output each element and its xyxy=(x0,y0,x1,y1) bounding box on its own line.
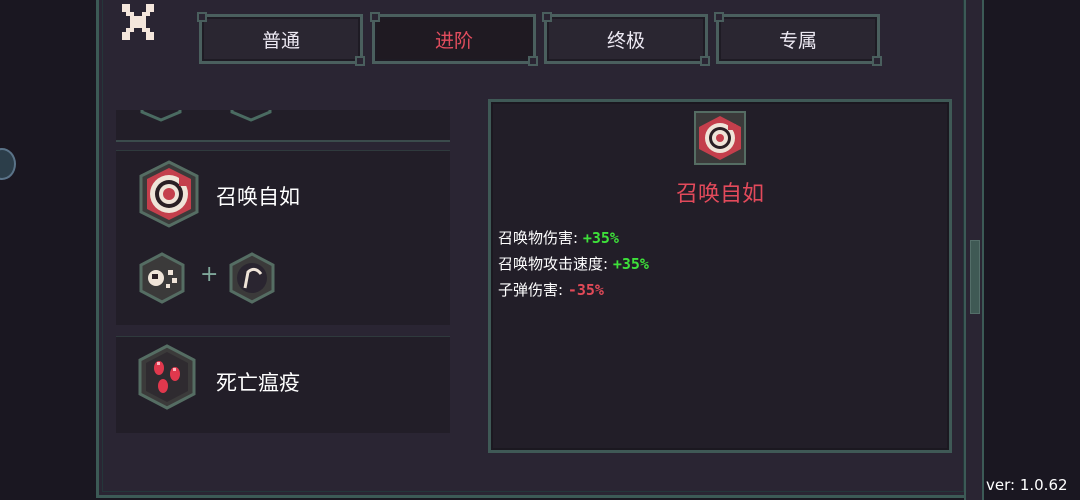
stat-value: +35% xyxy=(612,255,649,273)
stat-value: +35% xyxy=(582,229,619,247)
fragment-burst-icon xyxy=(139,252,185,304)
scythe-arc-icon xyxy=(229,252,275,304)
scrollbar-thumb[interactable] xyxy=(970,240,980,314)
edge-handle[interactable] xyxy=(0,148,16,180)
stat-summon-damage: 召唤物伤害: +35% xyxy=(498,227,619,248)
skill-name: 召唤自如 xyxy=(216,185,300,209)
list-item-clipped[interactable] xyxy=(116,110,450,142)
stat-summon-attack-speed: 召唤物攻击速度: +35% xyxy=(498,253,649,274)
close-button[interactable] xyxy=(118,4,158,40)
tab-normal[interactable]: 普通 xyxy=(197,12,365,66)
stat-bullet-damage: 子弹伤害: -35% xyxy=(498,279,604,300)
tab-ultimate[interactable]: 终极 xyxy=(542,12,710,66)
tab-exclusive[interactable]: 专属 xyxy=(714,12,882,66)
version-label: ver: 1.0.62 xyxy=(986,476,1068,494)
stat-value: -35% xyxy=(567,281,604,299)
plague-droplets-icon xyxy=(138,344,196,410)
combine-plus: + xyxy=(200,262,219,287)
tab-advanced[interactable]: 进阶 xyxy=(370,12,538,66)
hex-frame-icon xyxy=(230,110,272,122)
summon-swirl-icon xyxy=(694,111,746,165)
stat-label: 召唤物伤害: xyxy=(498,229,583,247)
stat-label: 召唤物攻击速度: xyxy=(498,255,613,273)
stat-label: 子弹伤害: xyxy=(498,281,568,299)
hex-frame-icon xyxy=(140,110,182,122)
summon-swirl-icon xyxy=(139,160,199,228)
skill-name: 死亡瘟疫 xyxy=(216,371,300,395)
close-icon xyxy=(122,4,154,40)
detail-skill-name: 召唤自如 xyxy=(675,182,764,207)
